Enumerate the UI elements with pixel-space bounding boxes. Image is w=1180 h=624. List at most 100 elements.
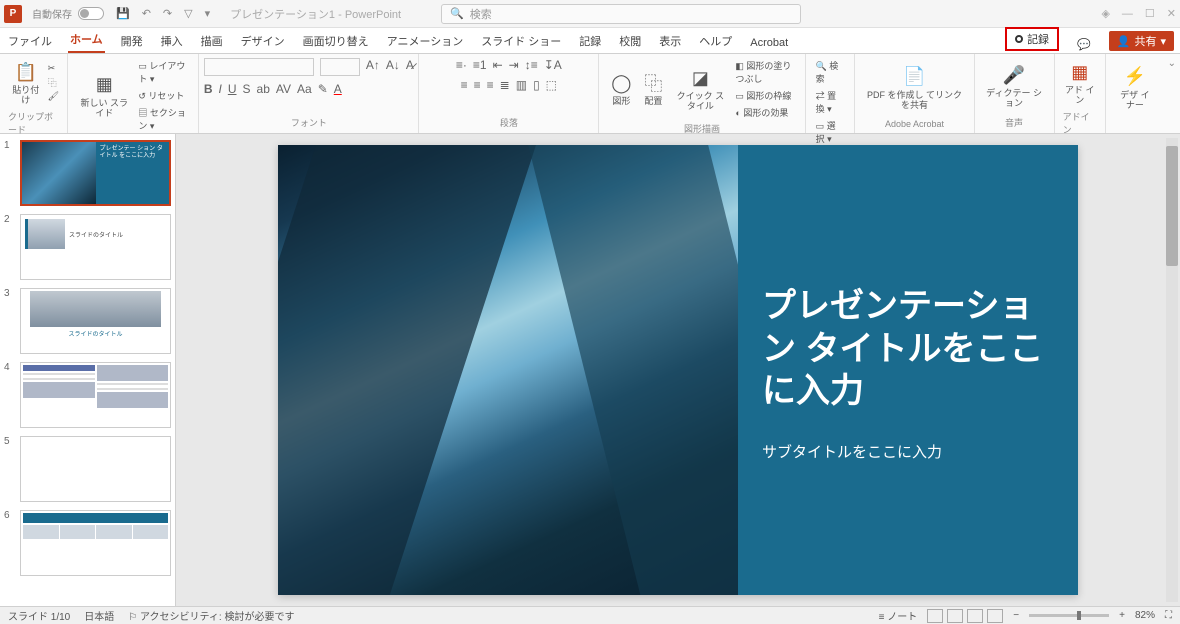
thumb-6[interactable]: 6	[4, 510, 171, 576]
columns-icon[interactable]: ▥	[516, 78, 527, 92]
shape-fill-button[interactable]: ◧ 図形の塗りつぶし	[733, 58, 796, 86]
clear-format-icon[interactable]: A̷	[406, 58, 414, 76]
reset-button[interactable]: ↺ リセット	[136, 88, 190, 103]
thumb-1[interactable]: 1プレゼンテー ション タイトル をここに入力	[4, 140, 171, 206]
font-size-select[interactable]	[320, 58, 360, 76]
text-direction-icon[interactable]: ↧A	[544, 58, 562, 72]
slideshow-start-icon[interactable]: ▽	[184, 7, 192, 20]
zoom-slider[interactable]	[1029, 614, 1109, 617]
thumb-5[interactable]: 5	[4, 436, 171, 502]
tab-file[interactable]: ファイル	[6, 29, 54, 53]
zoom-out-icon[interactable]: −	[1013, 610, 1019, 621]
justify-icon[interactable]: ≣	[500, 78, 510, 92]
fit-window-icon[interactable]: ⛶	[1165, 610, 1172, 621]
indent-inc-icon[interactable]: ⇥	[509, 58, 519, 72]
underline-icon[interactable]: U	[228, 82, 237, 96]
slide-canvas[interactable]: プレゼンテーション タイトルをここに入力 サブタイトルをここに入力	[176, 134, 1180, 606]
arrange-button[interactable]: ⿻配置	[639, 69, 667, 109]
tab-draw[interactable]: 描画	[199, 29, 225, 53]
change-case-icon[interactable]: Aa	[297, 82, 312, 96]
shadow-icon[interactable]: ab	[257, 82, 270, 96]
shape-effects-button[interactable]: ◐ 図形の効果	[733, 105, 796, 120]
paste-button[interactable]: 📋貼り付け	[8, 58, 44, 108]
format-painter-icon[interactable]: 🖌	[48, 91, 59, 102]
window-minimize-icon[interactable]: —	[1122, 8, 1133, 20]
char-spacing-icon[interactable]: AV	[276, 82, 291, 96]
thumbnail-panel[interactable]: 1プレゼンテー ション タイトル をここに入力 2スライドのタイトル 3スライド…	[0, 134, 176, 606]
dictate-button[interactable]: 🎤ディクテー ション	[983, 61, 1046, 111]
sorter-view-icon[interactable]	[947, 609, 963, 623]
thumb-2[interactable]: 2スライドのタイトル	[4, 214, 171, 280]
increase-font-icon[interactable]: A↑	[366, 58, 380, 76]
slide-title[interactable]: プレゼンテーション タイトルをここに入力	[762, 285, 1054, 413]
window-close-icon[interactable]: ✕	[1167, 7, 1176, 20]
replace-button[interactable]: ⇄ 置換 ▾	[814, 88, 847, 116]
qat-more-icon[interactable]: ▾	[205, 7, 211, 20]
cut-icon[interactable]: ✂	[48, 63, 59, 74]
tab-design[interactable]: デザイン	[239, 29, 287, 53]
vertical-scrollbar[interactable]	[1166, 138, 1178, 602]
shape-outline-button[interactable]: ▭ 図形の枠線	[733, 88, 796, 103]
search-box[interactable]: 🔍 検索	[441, 4, 801, 24]
pdf-share-button[interactable]: 📄PDF を作成し てリンクを共有	[863, 63, 965, 113]
shapes-button[interactable]: ◯図形	[607, 69, 635, 109]
notes-button[interactable]: ≡ ノート	[879, 608, 918, 623]
tab-record[interactable]: 記録	[577, 29, 603, 53]
tab-insert[interactable]: 挿入	[159, 29, 185, 53]
redo-icon[interactable]: ↷	[163, 7, 172, 20]
font-name-select[interactable]	[204, 58, 314, 76]
section-button[interactable]: ▤ セクション ▾	[136, 105, 190, 133]
tab-animation[interactable]: アニメーション	[385, 29, 466, 53]
language-status[interactable]: 日本語	[84, 608, 114, 623]
undo-icon[interactable]: ↶	[142, 7, 151, 20]
record-button[interactable]: 記録	[1005, 27, 1059, 51]
copy-icon[interactable]: ⿻	[48, 76, 59, 89]
bullets-icon[interactable]: ≡·	[456, 58, 467, 72]
tab-home[interactable]: ホーム	[68, 27, 105, 53]
numbering-icon[interactable]: ≡1	[473, 58, 487, 72]
main-slide[interactable]: プレゼンテーション タイトルをここに入力 サブタイトルをここに入力	[278, 145, 1078, 595]
italic-icon[interactable]: I	[218, 82, 221, 96]
zoom-value[interactable]: 82%	[1135, 610, 1155, 621]
autosave-toggle[interactable]	[78, 7, 104, 20]
slide-subtitle[interactable]: サブタイトルをここに入力	[762, 441, 1054, 462]
tab-acrobat[interactable]: Acrobat	[748, 33, 790, 53]
strike-icon[interactable]: S	[243, 82, 251, 96]
highlight-icon[interactable]: ✎	[318, 82, 328, 96]
find-button[interactable]: 🔍 検索	[814, 58, 847, 86]
save-icon[interactable]: 💾	[116, 7, 130, 20]
decrease-font-icon[interactable]: A↓	[386, 58, 400, 76]
tab-help[interactable]: ヘルプ	[697, 29, 734, 53]
indent-dec-icon[interactable]: ⇤	[493, 58, 503, 72]
zoom-in-icon[interactable]: +	[1119, 610, 1125, 621]
smartart-icon[interactable]: ⬚	[546, 78, 557, 92]
align-text-icon[interactable]: ▯	[533, 78, 540, 92]
align-right-icon[interactable]: ≡	[487, 78, 494, 92]
tab-transition[interactable]: 画面切り替え	[301, 29, 371, 53]
normal-view-icon[interactable]	[927, 609, 943, 623]
quickstyle-button[interactable]: ◪クイック スタイル	[671, 64, 729, 114]
new-slide-button[interactable]: ▦新しい スライド	[76, 71, 132, 121]
thumb-4[interactable]: 4	[4, 362, 171, 428]
slide-counter[interactable]: スライド 1/10	[8, 608, 70, 623]
share-button[interactable]: 👤共有▾	[1109, 31, 1174, 51]
reading-view-icon[interactable]	[967, 609, 983, 623]
accessibility-status[interactable]: ⚐ アクセシビリティ: 検討が必要です	[128, 608, 294, 623]
font-color-icon[interactable]: A	[334, 82, 342, 96]
thumb-3[interactable]: 3スライドのタイトル	[4, 288, 171, 354]
ribbon-collapse-icon[interactable]: ⌄	[1164, 54, 1180, 133]
comments-icon[interactable]: 💬	[1073, 36, 1095, 53]
slideshow-view-icon[interactable]	[987, 609, 1003, 623]
tab-dev[interactable]: 開発	[119, 29, 145, 53]
addin-button[interactable]: ▦アド イン	[1063, 58, 1097, 108]
designer-button[interactable]: ⚡デザ イナー	[1114, 63, 1156, 113]
line-spacing-icon[interactable]: ↕≡	[525, 58, 538, 72]
align-left-icon[interactable]: ≡	[461, 78, 468, 92]
diamond-icon[interactable]: ◈	[1101, 7, 1109, 20]
layout-button[interactable]: ▭ レイアウト ▾	[136, 58, 190, 86]
window-maximize-icon[interactable]: ☐	[1145, 7, 1155, 20]
tab-view[interactable]: 表示	[657, 29, 683, 53]
bold-icon[interactable]: B	[204, 82, 213, 96]
tab-review[interactable]: 校閲	[617, 29, 643, 53]
tab-slideshow[interactable]: スライド ショー	[479, 29, 563, 53]
